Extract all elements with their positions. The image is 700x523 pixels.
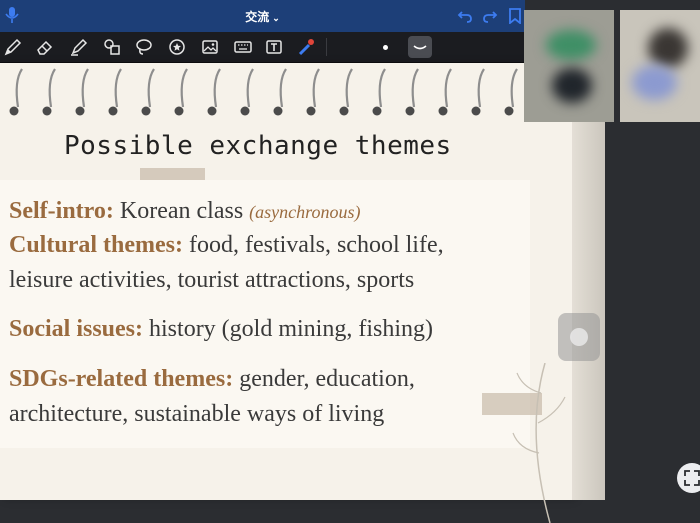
document-title[interactable]: 交流 ⌄ [0, 8, 525, 25]
stroke-style-button[interactable] [408, 36, 432, 58]
keyboard-icon[interactable] [233, 37, 253, 57]
image-icon[interactable] [200, 37, 220, 57]
blurred-video-region [632, 65, 677, 100]
sticker-icon[interactable] [167, 37, 187, 57]
highlighter-icon[interactable] [69, 37, 89, 57]
content-card: Self-intro: Korean class (asynchronous) … [0, 180, 530, 448]
toolbar-divider [326, 38, 327, 56]
leaf-decoration-icon [512, 363, 566, 523]
blurred-video-region [648, 28, 688, 68]
shapes-icon[interactable] [102, 37, 122, 57]
document-title-text: 交流 [245, 10, 270, 24]
list-item: Self-intro: Korean class (asynchronous) [9, 198, 361, 224]
blurred-video-region [552, 68, 592, 103]
list-item: leisure activities, tourist attractions,… [9, 267, 415, 293]
pen-icon[interactable] [3, 37, 23, 57]
spiral-binding [9, 68, 518, 116]
pen-size-dot-icon[interactable] [383, 45, 388, 50]
drawing-toolbar [0, 32, 525, 63]
participant-video-tile[interactable] [524, 10, 614, 122]
redo-icon[interactable] [482, 8, 498, 24]
blurred-video-region [546, 30, 596, 60]
laser-pointer-icon[interactable] [296, 37, 316, 57]
lasso-icon[interactable] [134, 37, 154, 57]
bookmark-icon[interactable] [507, 8, 523, 25]
chevron-down-icon: ⌄ [272, 13, 280, 23]
list-item: Cultural themes: food, festivals, school… [9, 232, 444, 258]
participant-video-tile[interactable] [620, 10, 700, 122]
list-item: architecture, sustainable ways of living [9, 401, 385, 427]
title-bar: 交流 ⌄ [0, 0, 525, 32]
page-edge [572, 63, 605, 500]
list-item: Social issues: history (gold mining, fis… [9, 316, 434, 342]
text-icon[interactable] [264, 37, 284, 57]
slide-heading: Possible exchange themes [64, 131, 452, 161]
eraser-icon[interactable] [35, 37, 55, 57]
canvas-area[interactable]: Possible exchange themes Self-intro: Kor… [0, 63, 605, 523]
list-item: SDGs-related themes: gender, education, [9, 366, 415, 392]
scroll-handle-knob [570, 328, 588, 346]
notebook-page: Possible exchange themes Self-intro: Kor… [0, 63, 572, 523]
scroll-handle[interactable] [558, 313, 600, 361]
undo-icon[interactable] [457, 8, 473, 24]
expand-icon[interactable] [677, 463, 700, 493]
